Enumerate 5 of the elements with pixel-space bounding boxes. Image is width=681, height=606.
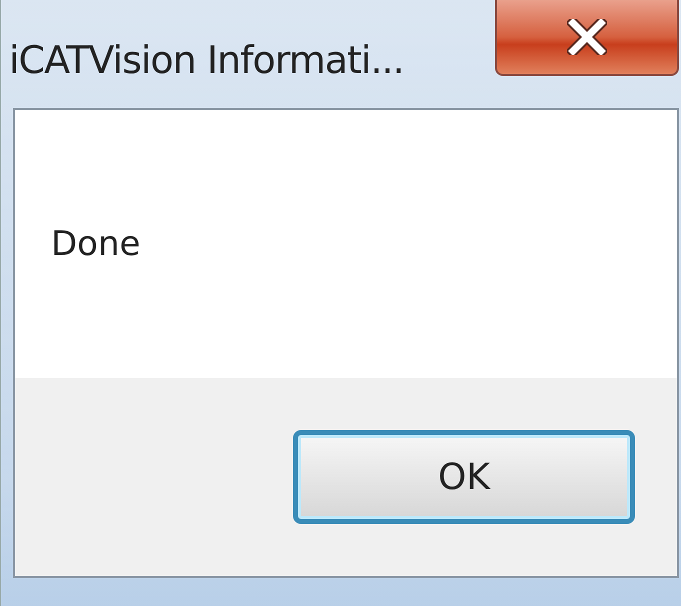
ok-button[interactable]: OK [293, 430, 635, 524]
message-text: Done [51, 224, 140, 264]
window-title: iCATVision Informati... [9, 38, 404, 82]
close-icon [567, 19, 607, 55]
close-button[interactable] [495, 0, 679, 76]
